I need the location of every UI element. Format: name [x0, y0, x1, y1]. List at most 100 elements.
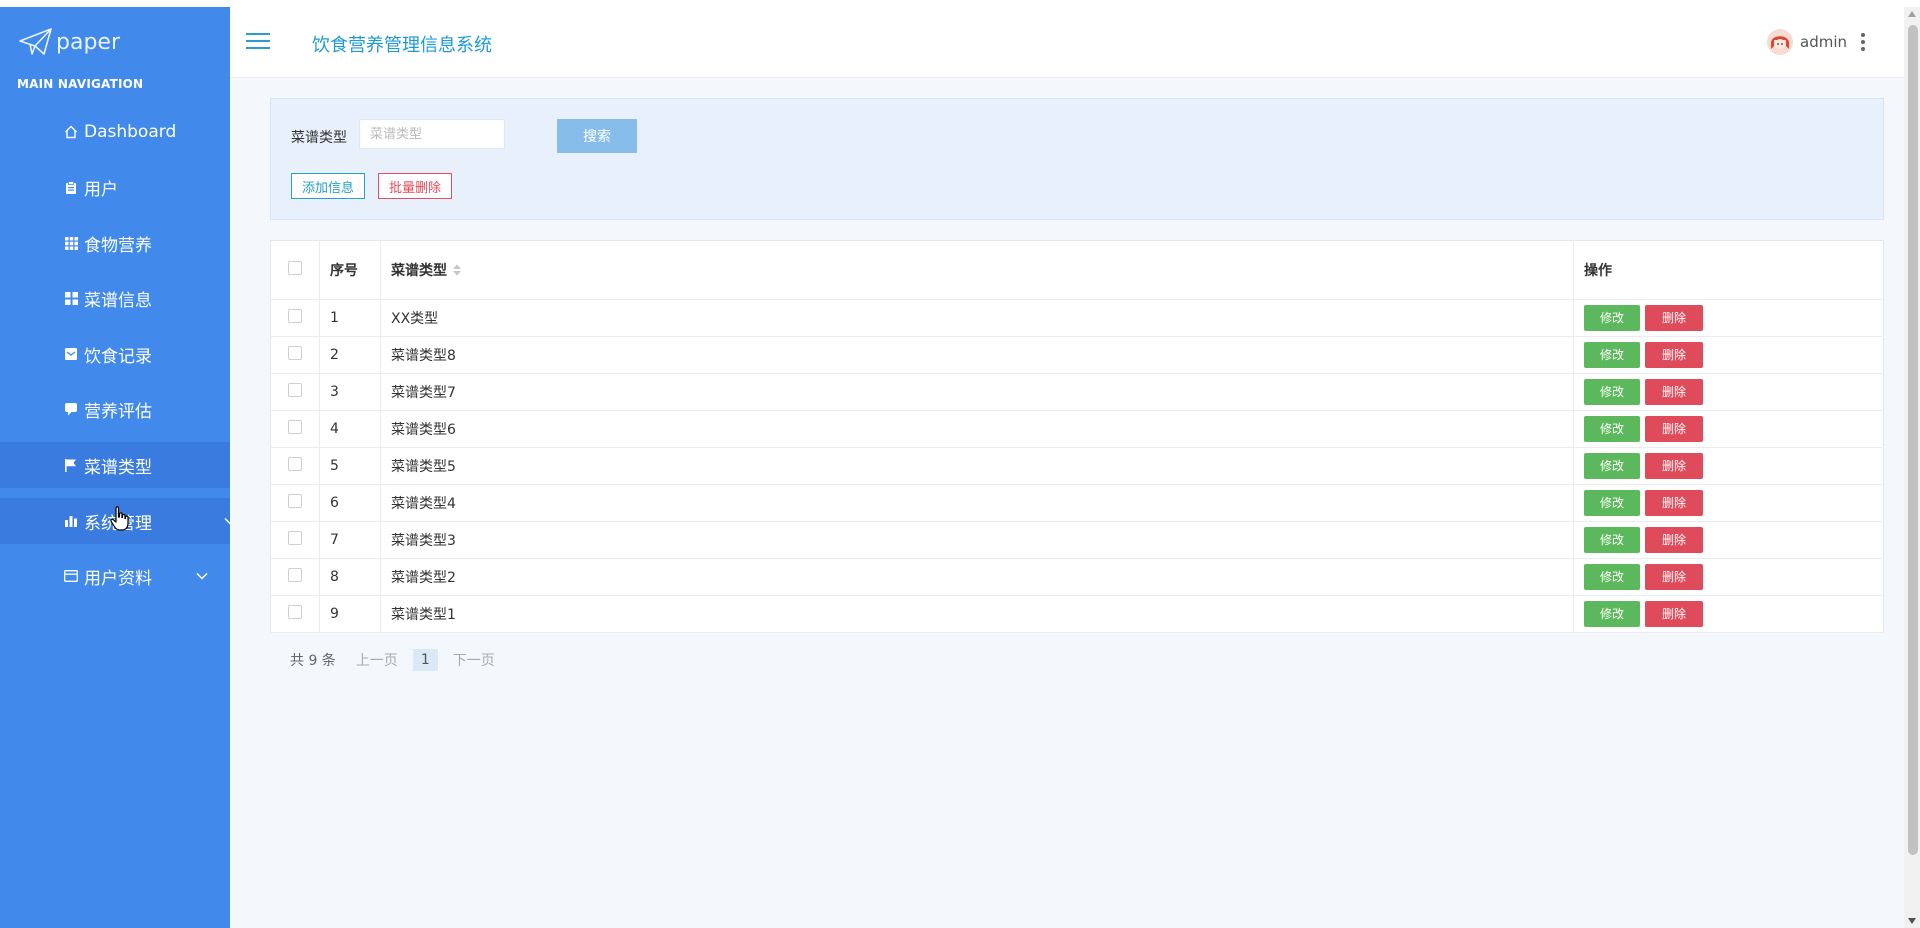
delete-button[interactable]: 删除 — [1645, 490, 1703, 516]
user-avatar[interactable] — [1767, 29, 1793, 55]
prev-page-link[interactable]: 上一页 — [356, 650, 398, 670]
sidebar-item-label: 菜谱类型 — [84, 457, 152, 478]
row-checkbox[interactable] — [288, 568, 302, 582]
row-checkbox[interactable] — [288, 457, 302, 471]
row-type: 菜谱类型3 — [380, 521, 1574, 559]
row-index: 7 — [319, 521, 381, 559]
edit-button[interactable]: 修改 — [1584, 305, 1640, 331]
edit-button[interactable]: 修改 — [1584, 527, 1640, 553]
row-index: 4 — [319, 410, 381, 448]
brand-text: paper — [56, 29, 120, 55]
row-checkbox[interactable] — [288, 309, 302, 323]
row-select-cell — [270, 299, 320, 337]
edit-button[interactable]: 修改 — [1584, 342, 1640, 368]
more-options-icon[interactable] — [1860, 33, 1866, 51]
sidebar-item-recipe-types[interactable]: 菜谱类型 — [0, 442, 260, 488]
data-table: 序号 菜谱类型 操作 1 XX类型 修改 删除 2 菜谱类型8 修改 删除 3 菜谱类型7 修改 删除… — [270, 240, 1884, 633]
current-page[interactable]: 1 — [412, 649, 438, 671]
row-actions: 修改 删除 — [1573, 484, 1884, 522]
bar-chart-icon — [62, 512, 80, 530]
edit-button[interactable]: 修改 — [1584, 416, 1640, 442]
edit-button[interactable]: 修改 — [1584, 601, 1640, 627]
table-row: 4 菜谱类型6 修改 删除 — [270, 410, 1884, 448]
sidebar-item-dashboard[interactable]: Dashboard — [0, 109, 230, 155]
row-select-cell — [270, 595, 320, 633]
row-index: 6 — [319, 484, 381, 522]
row-checkbox[interactable] — [288, 420, 302, 434]
row-checkbox[interactable] — [288, 531, 302, 545]
row-checkbox[interactable] — [288, 605, 302, 619]
row-select-cell — [270, 447, 320, 485]
user-name[interactable]: admin — [1800, 33, 1847, 51]
search-button[interactable]: 搜索 — [557, 119, 637, 153]
row-checkbox[interactable] — [288, 383, 302, 397]
edit-button[interactable]: 修改 — [1584, 490, 1640, 516]
scroll-up-icon[interactable] — [1908, 11, 1916, 17]
edit-button[interactable]: 修改 — [1584, 379, 1640, 405]
flag-icon — [62, 456, 80, 474]
row-select-cell — [270, 373, 320, 411]
row-checkbox[interactable] — [288, 494, 302, 508]
row-index: 2 — [319, 336, 381, 374]
column-header-type-label: 菜谱类型 — [391, 263, 447, 279]
sort-icon[interactable] — [452, 264, 462, 276]
sidebar-item-food-nutrition[interactable]: 食物营养 — [0, 220, 230, 266]
table-row: 7 菜谱类型3 修改 删除 — [270, 521, 1884, 559]
row-select-cell — [270, 484, 320, 522]
column-header-index: 序号 — [319, 240, 381, 300]
sidebar-item-label: 菜谱信息 — [84, 290, 152, 311]
delete-button[interactable]: 删除 — [1645, 564, 1703, 590]
card-icon — [62, 567, 80, 585]
top-header: 饮食营养管理信息系统 admin — [230, 7, 1904, 78]
delete-button[interactable]: 删除 — [1645, 601, 1703, 627]
row-checkbox[interactable] — [288, 346, 302, 360]
row-select-cell — [270, 521, 320, 559]
delete-button[interactable]: 删除 — [1645, 453, 1703, 479]
row-actions: 修改 删除 — [1573, 299, 1884, 337]
mail-icon — [62, 345, 80, 363]
row-index: 3 — [319, 373, 381, 411]
main-content: 菜谱类型 搜索 添加信息 批量删除 序号 菜谱类型 操作 1XX类型修改删除2菜… — [230, 78, 1904, 928]
column-header-ops: 操作 — [1573, 240, 1884, 300]
edit-button[interactable]: 修改 — [1584, 453, 1640, 479]
pagination: 共 9 条 上一页 1 下一页 — [290, 649, 510, 671]
sidebar-item-label: 营养评估 — [84, 401, 152, 422]
select-all-checkbox[interactable] — [288, 261, 302, 275]
next-page-link[interactable]: 下一页 — [453, 650, 495, 670]
table-row: 9 菜谱类型1 修改 删除 — [270, 595, 1884, 633]
batch-delete-button[interactable]: 批量删除 — [378, 173, 453, 199]
apps-icon — [62, 289, 80, 307]
row-type: 菜谱类型7 — [380, 373, 1574, 411]
sidebar-item-nutrition-assessment[interactable]: 营养评估 — [0, 386, 230, 432]
menu-toggle-icon[interactable] — [246, 33, 270, 51]
row-type: 菜谱类型4 — [380, 484, 1574, 522]
app-title: 饮食营养管理信息系统 — [312, 35, 492, 56]
delete-button[interactable]: 删除 — [1645, 416, 1703, 442]
sidebar-item-diet-records[interactable]: 饮食记录 — [0, 331, 230, 377]
column-header-type[interactable]: 菜谱类型 — [380, 240, 1574, 300]
brand-logo[interactable]: paper — [18, 25, 120, 59]
scroll-thumb[interactable] — [1908, 25, 1918, 855]
scroll-down-icon[interactable] — [1908, 918, 1916, 924]
delete-button[interactable]: 删除 — [1645, 379, 1703, 405]
sidebar-item-users[interactable]: 用户 — [0, 164, 230, 210]
row-actions: 修改 删除 — [1573, 447, 1884, 485]
search-label: 菜谱类型 — [291, 130, 347, 146]
grid-icon — [62, 234, 80, 252]
table-row: 5 菜谱类型5 修改 删除 — [270, 447, 1884, 485]
delete-button[interactable]: 删除 — [1645, 305, 1703, 331]
add-info-button[interactable]: 添加信息 — [291, 173, 366, 199]
delete-button[interactable]: 删除 — [1645, 342, 1703, 368]
sidebar-item-label: Dashboard — [84, 122, 177, 142]
table-row: 8 菜谱类型2 修改 删除 — [270, 558, 1884, 596]
sidebar-item-user-profile[interactable]: 用户资料 — [0, 553, 230, 599]
page-scrollbar[interactable] — [1904, 7, 1920, 928]
row-actions: 修改 删除 — [1573, 521, 1884, 559]
table-body: 1 XX类型 修改 删除 2 菜谱类型8 修改 删除 3 菜谱类型7 修改 删除 4 菜谱类型6 修改 删除 5… — [270, 299, 1884, 633]
chevron-down-icon[interactable] — [195, 569, 209, 583]
sidebar-item-recipes[interactable]: 菜谱信息 — [0, 275, 230, 321]
sidebar-item-label: 食物营养 — [84, 235, 152, 256]
delete-button[interactable]: 删除 — [1645, 527, 1703, 553]
search-input[interactable] — [359, 119, 505, 149]
edit-button[interactable]: 修改 — [1584, 564, 1640, 590]
